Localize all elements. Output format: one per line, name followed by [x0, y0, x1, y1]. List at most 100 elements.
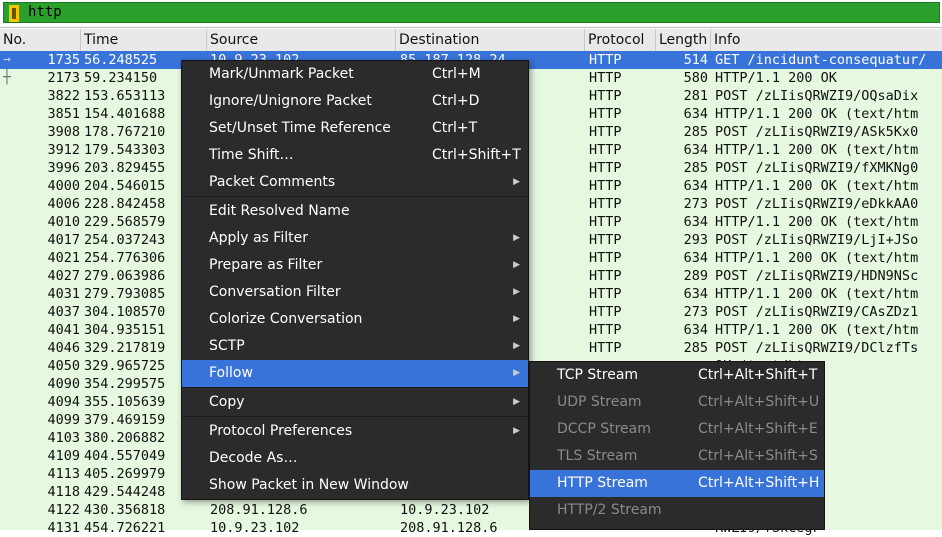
- submenu-arrow-icon: ▶: [513, 177, 520, 187]
- menu-item-mark-unmark-packet[interactable]: Mark/Unmark Packet Ctrl+M: [182, 61, 528, 88]
- menu-item-label: Ignore/Unignore Packet: [209, 93, 372, 109]
- menu-item-label: Protocol Preferences: [209, 423, 353, 439]
- cell-no: 3851: [47, 106, 80, 122]
- cell-len: 289: [683, 268, 708, 284]
- cell-info: POST /zLIisQRWZI9/HDN9NSc: [715, 268, 919, 284]
- cell-no: 4131: [47, 520, 80, 536]
- cell-proto: HTTP: [589, 322, 622, 338]
- submenu-arrow-icon: ▶: [513, 314, 520, 324]
- cell-no: 4041: [47, 322, 80, 338]
- cell-no: 3908: [47, 124, 80, 140]
- cell-info: HTTP/1.1 200 OK (text/htm: [715, 142, 919, 158]
- menu-item-copy[interactable]: Copy ▶: [182, 389, 528, 416]
- cell-info: HTTP/1.1 200 OK (text/htm: [715, 178, 919, 194]
- cell-len: 293: [683, 232, 708, 248]
- submenu-arrow-icon: ▶: [513, 426, 520, 436]
- cell-len: 634: [683, 178, 708, 194]
- column-destination[interactable]: Destination: [396, 29, 585, 51]
- cell-proto: HTTP: [589, 268, 622, 284]
- cell-info: POST /zLIisQRWZI9/CAsZDz1: [715, 304, 919, 320]
- display-filter-input[interactable]: http: [3, 2, 940, 23]
- cell-no: 4094: [47, 394, 80, 410]
- response-link-icon: ┼: [3, 70, 11, 85]
- column-protocol[interactable]: Protocol: [585, 29, 656, 51]
- menu-item-label: SCTP: [209, 338, 245, 354]
- follow-item-tls-stream: TLS Stream Ctrl+Alt+Shift+S: [530, 443, 824, 470]
- cell-info: POST /zLIisQRWZI9/LjI+JSo: [715, 232, 919, 248]
- cell-no: 3822: [47, 88, 80, 104]
- menu-item-apply-as-filter[interactable]: Apply as Filter ▶: [182, 225, 528, 252]
- menu-item-conversation-filter[interactable]: Conversation Filter ▶: [182, 279, 528, 306]
- menu-item-ignore-unignore-packet[interactable]: Ignore/Unignore Packet Ctrl+D: [182, 88, 528, 115]
- filter-bookmark-icon[interactable]: [9, 5, 19, 22]
- packet-list-header: No. Time Source Destination Protocol Len…: [0, 29, 942, 52]
- menu-separator: [182, 196, 528, 197]
- menu-item-shortcut: Ctrl+Shift+T: [432, 147, 521, 163]
- cell-src: 208.91.128.6: [210, 502, 308, 518]
- cell-proto: HTTP: [589, 52, 622, 68]
- cell-info: HTTP/1.1 200 OK: [715, 70, 837, 86]
- cell-info: HTTP/1.1 200 OK (text/htm: [715, 322, 919, 338]
- submenu-arrow-icon: ▶: [513, 287, 520, 297]
- cell-len: 634: [683, 250, 708, 266]
- cell-no: 3912: [47, 142, 80, 158]
- follow-item-shortcut: Ctrl+Alt+Shift+S: [698, 448, 818, 464]
- cell-proto: HTTP: [589, 124, 622, 140]
- follow-item-shortcut: Ctrl+Alt+Shift+H: [698, 475, 820, 491]
- menu-item-label: Colorize Conversation: [209, 311, 363, 327]
- cell-proto: HTTP: [589, 160, 622, 176]
- cell-info: POST /zLIisQRWZI9/eDkkAA0: [715, 196, 919, 212]
- cell-len: 634: [683, 214, 708, 230]
- follow-item-http-stream[interactable]: HTTP Stream Ctrl+Alt+Shift+H: [530, 470, 824, 497]
- cell-len: 285: [683, 160, 708, 176]
- cell-len: 634: [683, 286, 708, 302]
- cell-proto: HTTP: [589, 304, 622, 320]
- column-length[interactable]: Length: [656, 29, 711, 51]
- menu-item-set-unset-time-reference[interactable]: Set/Unset Time Reference Ctrl+T: [182, 115, 528, 142]
- menu-item-protocol-preferences[interactable]: Protocol Preferences ▶: [182, 418, 528, 445]
- menu-item-prepare-as-filter[interactable]: Prepare as Filter ▶: [182, 252, 528, 279]
- column-no[interactable]: No.: [0, 29, 81, 51]
- cell-no: 4118: [47, 484, 80, 500]
- menu-item-label: Prepare as Filter: [209, 257, 323, 273]
- cell-no: 4021: [47, 250, 80, 266]
- menu-item-sctp[interactable]: SCTP ▶: [182, 333, 528, 360]
- cell-no: 3996: [47, 160, 80, 176]
- filter-text: http: [28, 4, 62, 20]
- cell-proto: HTTP: [589, 178, 622, 194]
- cell-info: POST /zLIisQRWZI9/DClzfTs: [715, 340, 919, 356]
- menu-separator: [182, 416, 528, 417]
- follow-item-dccp-stream: DCCP Stream Ctrl+Alt+Shift+E: [530, 416, 824, 443]
- follow-submenu: TCP Stream Ctrl+Alt+Shift+T UDP Stream Ctrl…: [529, 361, 825, 530]
- submenu-arrow-icon: ▶: [513, 368, 520, 378]
- column-source[interactable]: Source: [207, 29, 396, 51]
- menu-item-time-shift[interactable]: Time Shift… Ctrl+Shift+T: [182, 142, 528, 169]
- column-time[interactable]: Time: [81, 29, 207, 51]
- menu-item-colorize-conversation[interactable]: Colorize Conversation ▶: [182, 306, 528, 333]
- cell-proto: HTTP: [589, 286, 622, 302]
- cell-info: POST /zLIisQRWZI9/ASk5Kx0: [715, 124, 919, 140]
- menu-item-follow[interactable]: Follow ▶: [182, 360, 528, 387]
- follow-item-udp-stream: UDP Stream Ctrl+Alt+Shift+U: [530, 389, 824, 416]
- cell-proto: HTTP: [589, 142, 622, 158]
- follow-item-tcp-stream[interactable]: TCP Stream Ctrl+Alt+Shift+T: [530, 362, 824, 389]
- follow-item-http-2-stream: HTTP/2 Stream: [530, 497, 824, 524]
- menu-item-label: Conversation Filter: [209, 284, 341, 300]
- cell-no: 4103: [47, 430, 80, 446]
- submenu-arrow-icon: ▶: [513, 397, 520, 407]
- cell-len: 514: [683, 52, 708, 68]
- cell-no: 4122: [47, 502, 80, 518]
- cell-no: 4099: [47, 412, 80, 428]
- menu-item-label: Time Shift…: [209, 147, 294, 163]
- menu-item-decode-as[interactable]: Decode As…: [182, 445, 528, 472]
- menu-item-show-packet-in-new-window[interactable]: Show Packet in New Window: [182, 472, 528, 499]
- context-menu: Mark/Unmark Packet Ctrl+M Ignore/Unignore …: [181, 60, 529, 500]
- column-info[interactable]: Info: [711, 29, 942, 51]
- follow-item-label: HTTP Stream: [557, 475, 648, 491]
- follow-item-label: TCP Stream: [557, 367, 639, 383]
- menu-item-packet-comments[interactable]: Packet Comments ▶: [182, 169, 528, 196]
- menu-item-edit-resolved-name[interactable]: Edit Resolved Name: [182, 198, 528, 225]
- cell-len: 281: [683, 88, 708, 104]
- cell-info: HTTP/1.1 200 OK (text/htm: [715, 286, 919, 302]
- cell-time: 430.356818: [84, 502, 166, 518]
